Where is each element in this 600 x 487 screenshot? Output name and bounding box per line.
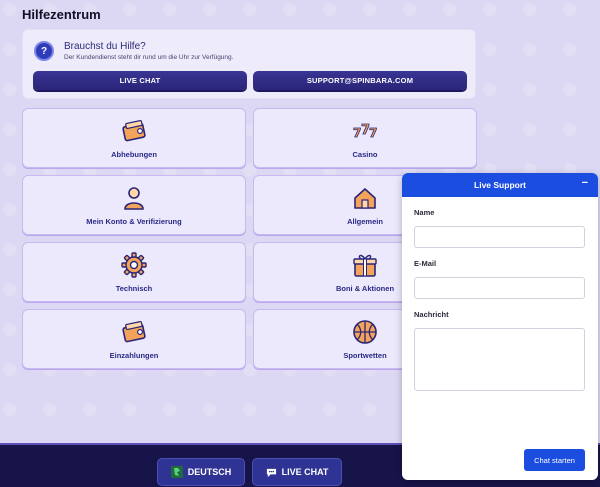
help-title: Brauchst du Hilfe? [64, 41, 146, 52]
basketball-icon [353, 320, 377, 344]
language-button[interactable]: DEUTSCH [157, 458, 245, 486]
chat-bubble-icon [266, 468, 276, 477]
category-mein-konto[interactable]: Mein Konto & Verifizierung [22, 175, 246, 235]
category-label: Einzahlungen [109, 351, 159, 360]
gear-icon [121, 252, 147, 278]
message-field[interactable] [414, 328, 585, 391]
slot-777-icon: 7 7 7 [353, 123, 378, 141]
question-icon: ? [34, 41, 54, 61]
live-support-panel: Live Support − Name E-Mail Nachricht Cha… [402, 173, 598, 480]
message-label: Nachricht [414, 310, 449, 319]
gift-icon [353, 254, 377, 277]
help-banner: ? Brauchst du Hilfe? Der Kundendienst st… [22, 29, 476, 99]
language-label: DEUTSCH [187, 467, 232, 477]
live-chat-button[interactable]: LIVE CHAT [33, 71, 247, 90]
category-technisch[interactable]: Technisch [22, 242, 246, 302]
name-label: Name [414, 208, 435, 217]
user-icon [124, 187, 144, 210]
category-abhebungen[interactable]: Abhebungen [22, 108, 246, 168]
minimize-button[interactable]: − [582, 177, 588, 189]
category-label: Mein Konto & Verifizierung [86, 217, 182, 226]
email-label: E-Mail [414, 259, 437, 268]
start-chat-button[interactable]: Chat starten [524, 449, 585, 471]
footer-live-chat-button[interactable]: LIVE CHAT [252, 458, 342, 486]
wallet-icon [122, 119, 146, 142]
category-label: Technisch [115, 284, 153, 293]
category-casino[interactable]: 7 7 7 Casino [253, 108, 477, 168]
wallet-icon [122, 320, 146, 343]
live-support-title: Live Support [474, 180, 526, 190]
globe-icon [170, 466, 183, 478]
category-label: Casino [352, 150, 378, 159]
email-field[interactable] [414, 277, 585, 299]
svg-text:7: 7 [369, 126, 377, 140]
category-label: Abhebungen [111, 150, 157, 159]
footer-live-chat-label: LIVE CHAT [281, 467, 329, 477]
support-email-button[interactable]: SUPPORT@SPINBARA.COM [253, 71, 467, 90]
page-title: Hilfezentrum [22, 7, 101, 22]
name-field[interactable] [414, 226, 585, 248]
category-einzahlungen[interactable]: Einzahlungen [22, 309, 246, 369]
live-support-header: Live Support − [402, 173, 598, 197]
help-subtitle: Der Kundendienst steht dir rund um die U… [64, 54, 234, 61]
house-icon [354, 188, 376, 209]
